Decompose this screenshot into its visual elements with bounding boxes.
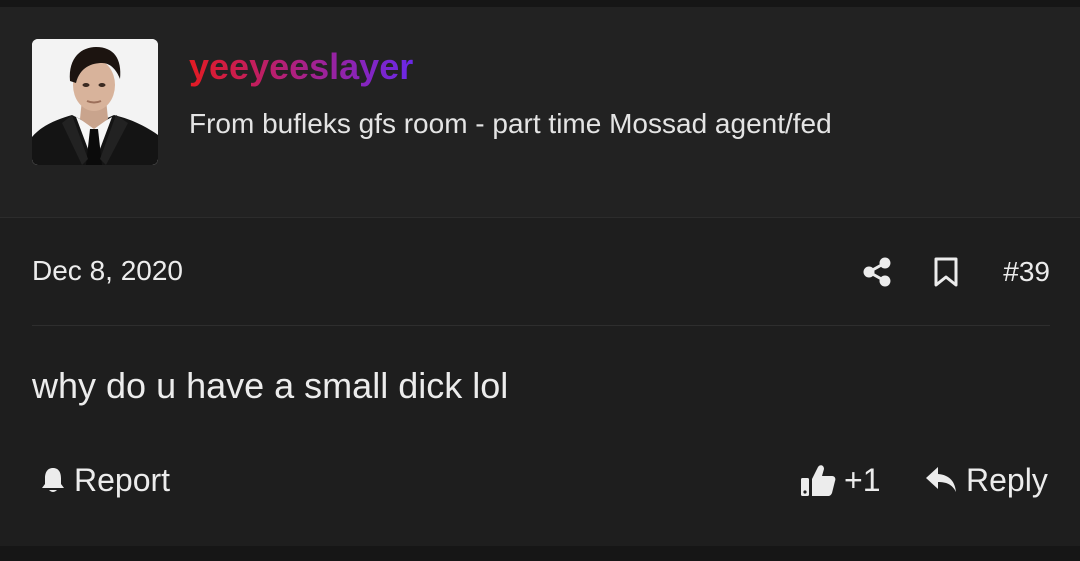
- share-icon[interactable]: [861, 256, 893, 288]
- like-count: +1: [844, 462, 881, 498]
- report-button[interactable]: Report: [38, 460, 170, 500]
- user-title: From bufleks gfs room - part time Mossad…: [189, 108, 832, 139]
- bottom-strip: [0, 546, 1080, 561]
- post-top-actions: #39: [861, 252, 1050, 292]
- top-strip: [0, 0, 1080, 7]
- like-button[interactable]: +1: [800, 460, 880, 500]
- avatar-portrait: [32, 39, 158, 165]
- reply-arrow-icon: [924, 465, 958, 495]
- username[interactable]: yeeyeeslayer: [189, 45, 413, 89]
- post-body: Dec 8, 2020 #39 why do u have a small di…: [0, 218, 1080, 546]
- post-user-header: yeeyeeslayer From bufleks gfs room - par…: [0, 7, 1080, 217]
- post-number[interactable]: #39: [1003, 255, 1050, 289]
- user-avatar[interactable]: [32, 39, 158, 165]
- thumbs-up-icon: [800, 462, 836, 498]
- report-label: Report: [74, 462, 171, 498]
- bell-icon: [38, 465, 68, 495]
- post-date[interactable]: Dec 8, 2020: [32, 254, 183, 288]
- reply-button[interactable]: Reply: [924, 460, 1048, 500]
- bookmark-icon[interactable]: [933, 256, 959, 288]
- reply-label: Reply: [966, 462, 1048, 498]
- post-message: why do u have a small dick lol: [32, 365, 509, 406]
- post-divider: [32, 325, 1050, 326]
